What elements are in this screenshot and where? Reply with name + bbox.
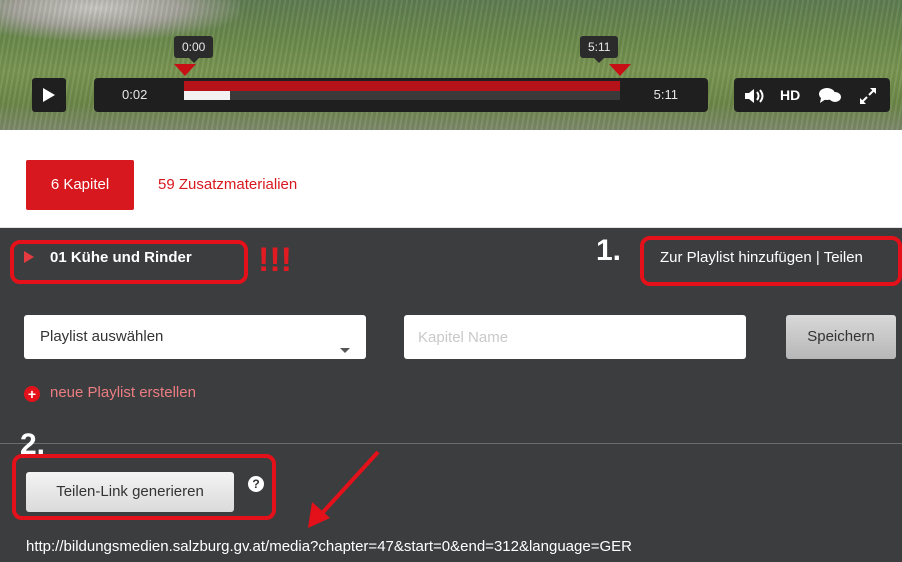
tab-chapters[interactable]: 6 Kapitel — [26, 160, 134, 210]
hd-toggle[interactable]: HD — [780, 78, 800, 112]
chapter-name-input[interactable] — [404, 315, 746, 359]
selected-range — [184, 81, 620, 91]
range-start-marker[interactable] — [174, 64, 196, 76]
video-player[interactable]: 0:00 5:11 0:02 5:11 HD — [0, 0, 902, 130]
current-time: 0:02 — [122, 87, 148, 102]
range-end-bubble: 5:11 — [580, 36, 619, 63]
play-icon — [43, 88, 55, 102]
timeline[interactable]: 0:02 5:11 — [94, 78, 708, 112]
chevron-down-icon — [340, 348, 350, 353]
right-controls: HD — [734, 78, 890, 112]
tab-bar: 6 Kapitel 59 Zusatzmaterialien — [0, 130, 902, 228]
share-url[interactable]: http://bildungsmedien.salzburg.gv.at/med… — [26, 537, 632, 557]
annotation-arrow — [308, 450, 380, 528]
timeline-track[interactable] — [184, 90, 620, 100]
annotation-marks: !!! — [258, 241, 292, 279]
playlist-select[interactable]: Playlist auswählen — [24, 315, 366, 359]
range-end-marker[interactable] — [609, 64, 631, 76]
annotation-box-playlist — [640, 236, 902, 286]
buffered-bar — [184, 91, 230, 100]
plus-icon: + — [24, 386, 40, 402]
tab-materials[interactable]: 59 Zusatzmaterialien — [158, 160, 297, 210]
new-playlist-label: neue Playlist erstellen — [50, 384, 196, 401]
new-playlist-link[interactable]: + neue Playlist erstellen — [24, 383, 196, 403]
annotation-box-chapter — [10, 240, 248, 284]
annotation-step-1: 1. — [596, 234, 622, 267]
save-button[interactable]: Speichern — [786, 315, 896, 359]
range-start-bubble: 0:00 — [174, 36, 214, 63]
fullscreen-icon[interactable] — [858, 78, 878, 112]
duration: 5:11 — [653, 87, 678, 102]
play-button[interactable] — [32, 78, 66, 112]
chapter-panel: 01 Kühe und Rinder !!! 1. Zur Playlist h… — [0, 228, 902, 562]
volume-icon[interactable] — [744, 78, 766, 112]
comments-icon[interactable] — [818, 78, 842, 112]
annotation-box-share — [12, 454, 276, 520]
divider — [0, 443, 902, 444]
playlist-select-value: Playlist auswählen — [40, 328, 164, 345]
